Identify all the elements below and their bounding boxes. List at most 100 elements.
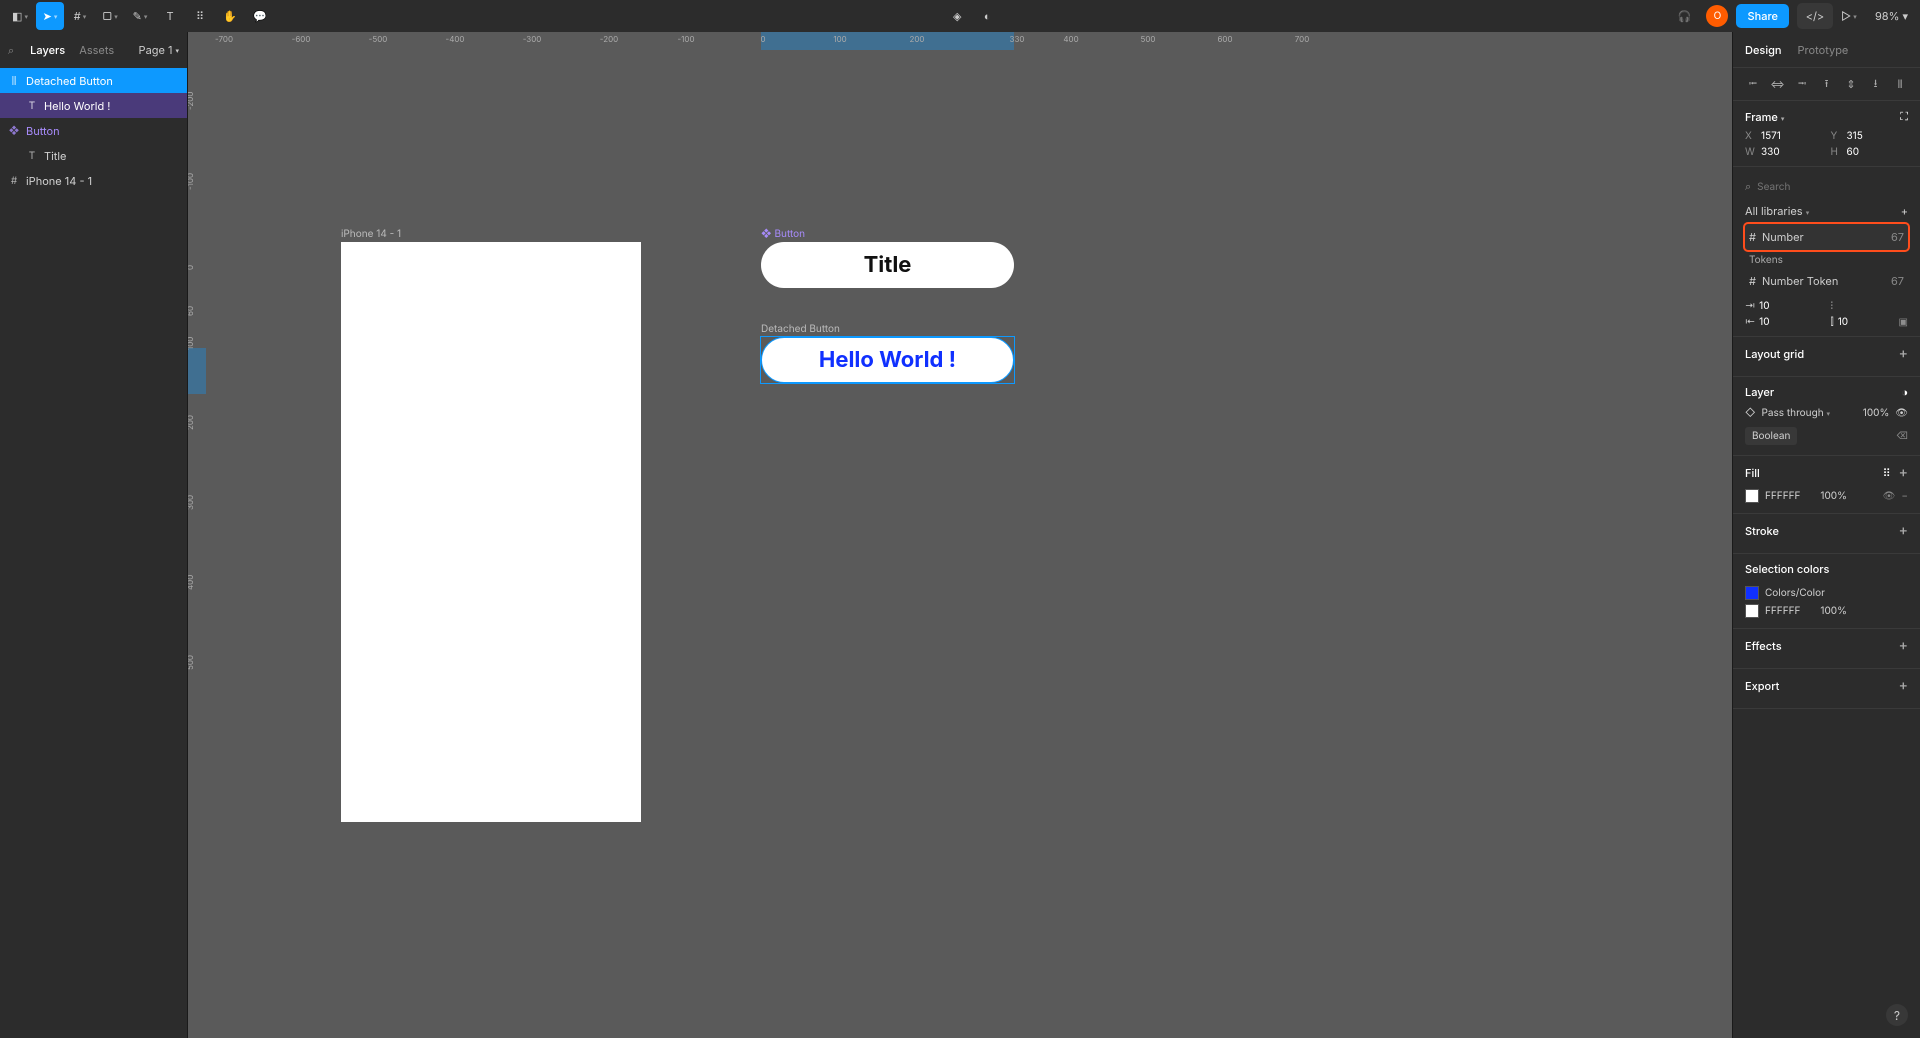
comment-tool-button[interactable]: 💬 bbox=[246, 2, 274, 30]
library-item-number[interactable]: #Number 67 bbox=[1745, 224, 1908, 250]
page-selector[interactable]: Page 1▾ bbox=[139, 43, 179, 57]
opacity-input[interactable]: 100% bbox=[1863, 407, 1890, 419]
w-input[interactable]: W330 bbox=[1745, 146, 1823, 158]
remove-fill-button[interactable]: − bbox=[1901, 490, 1908, 502]
add-layout-grid-button[interactable]: + bbox=[1899, 345, 1908, 362]
layer-list: ⫼ Detached Button T Hello World ! ❖ Butt… bbox=[0, 68, 187, 193]
frame-icon: ⫼ bbox=[8, 75, 20, 87]
resize-to-fit-icon[interactable]: ⛶ bbox=[1900, 109, 1908, 124]
left-panel: ⌕ Layers Assets Page 1▾ ⫼ Detached Butto… bbox=[0, 32, 188, 1038]
library-item-number-token[interactable]: #Number Token 67 bbox=[1745, 268, 1908, 294]
align-top-icon[interactable]: ⭱ bbox=[1819, 76, 1835, 92]
diamond-grid-icon: ◈ bbox=[953, 9, 961, 23]
shape-tool-button[interactable]: ▢▾ bbox=[96, 2, 124, 30]
text-icon: T bbox=[26, 100, 38, 112]
boolean-badge[interactable]: Boolean bbox=[1745, 427, 1797, 445]
padding-v-input[interactable]: ⇤10 bbox=[1745, 316, 1823, 328]
padding-h-input[interactable]: ⇥10 bbox=[1745, 300, 1823, 312]
align-right-icon[interactable]: ⭲ bbox=[1794, 76, 1810, 92]
align-vcenter-icon[interactable]: ⇕ bbox=[1843, 76, 1859, 92]
layer-settings-icon[interactable]: ◑ bbox=[1901, 385, 1908, 399]
fill-section: Fill⠿+ FFFFFF 100% 👁− bbox=[1733, 456, 1920, 514]
all-libraries-dropdown[interactable]: All libraries ▾ bbox=[1745, 204, 1809, 218]
layer-section: Layer◑ ◇ Pass through ▾ 100% 👁 Boolean ⌫ bbox=[1733, 377, 1920, 456]
gap-input[interactable]: ⫿10▣ bbox=[1831, 316, 1909, 328]
iphone-frame-label[interactable]: iPhone 14 - 1 bbox=[341, 228, 401, 240]
x-input[interactable]: X1571 bbox=[1745, 130, 1823, 142]
layer-button-component[interactable]: ❖ Button bbox=[0, 118, 187, 143]
visibility-icon[interactable]: 👁 bbox=[1895, 407, 1908, 419]
selection-colors-section: Selection colors Colors/Color FFFFFF 100… bbox=[1733, 554, 1920, 629]
detached-button[interactable]: Hello World ! bbox=[761, 337, 1014, 383]
add-export-button[interactable]: + bbox=[1899, 677, 1908, 694]
library-search-input[interactable] bbox=[1757, 181, 1912, 193]
component-icon: ❖ bbox=[761, 228, 772, 240]
text-icon: T bbox=[166, 9, 173, 23]
canvas[interactable]: iPhone 14 - 1 ❖Button Title Detached But… bbox=[206, 50, 1732, 1038]
resources-icon: ⠿ bbox=[196, 9, 204, 23]
fill-swatch[interactable] bbox=[1745, 489, 1759, 503]
add-library-button[interactable]: + bbox=[1901, 204, 1908, 218]
right-panel: Design Prototype ⭰ ⇔ ⭲ ⭱ ⇕ ⭳ ⫴ Frame ▾ ⛶… bbox=[1732, 32, 1920, 1038]
selection-color-row-1[interactable]: Colors/Color bbox=[1745, 584, 1908, 602]
align-bottom-icon[interactable]: ⭳ bbox=[1868, 76, 1884, 92]
spacing-mode[interactable]: ⫶ bbox=[1831, 300, 1909, 312]
comment-icon: 💬 bbox=[253, 9, 267, 23]
zoom-control[interactable]: 98% ▾ bbox=[1875, 9, 1914, 23]
selection-color-row-2[interactable]: FFFFFF 100% bbox=[1745, 602, 1908, 620]
iphone-artboard[interactable] bbox=[341, 242, 641, 822]
h-input[interactable]: H60 bbox=[1831, 146, 1909, 158]
tab-prototype[interactable]: Prototype bbox=[1798, 43, 1849, 57]
frame-tool-button[interactable]: #▾ bbox=[66, 2, 94, 30]
help-button[interactable]: ? bbox=[1886, 1004, 1908, 1026]
variables-button[interactable]: ◈ bbox=[943, 2, 971, 30]
dev-mode-button[interactable]: </> bbox=[1797, 3, 1833, 29]
layer-hello-world-text[interactable]: T Hello World ! bbox=[0, 93, 187, 118]
theme-toggle-button[interactable]: ◐ bbox=[973, 2, 1001, 30]
frame-dropdown[interactable]: Frame ▾ bbox=[1745, 110, 1784, 124]
audio-button[interactable]: 🎧 bbox=[1670, 2, 1698, 30]
distribute-icon[interactable]: ⫴ bbox=[1892, 76, 1908, 92]
break-icon[interactable]: ⌫ bbox=[1896, 430, 1908, 442]
add-effect-button[interactable]: + bbox=[1899, 637, 1908, 654]
visibility-icon[interactable]: 👁 bbox=[1883, 490, 1896, 502]
add-fill-button[interactable]: + bbox=[1899, 464, 1908, 481]
color-swatch[interactable] bbox=[1745, 586, 1759, 600]
search-icon[interactable]: ⌕ bbox=[8, 43, 14, 58]
user-avatar[interactable]: O bbox=[1706, 5, 1728, 27]
button-component[interactable]: Title bbox=[761, 242, 1014, 288]
move-tool-button[interactable]: ➤▾ bbox=[36, 2, 64, 30]
present-button[interactable]: ▷▾ bbox=[1835, 2, 1863, 30]
styles-icon[interactable]: ⠿ bbox=[1883, 464, 1891, 481]
hand-icon: ✋ bbox=[223, 9, 237, 23]
detached-button-label[interactable]: Detached Button bbox=[761, 323, 840, 335]
blend-mode-dropdown[interactable]: Pass through ▾ bbox=[1762, 407, 1830, 419]
align-left-icon[interactable]: ⭰ bbox=[1745, 76, 1761, 92]
right-panel-tabs: Design Prototype bbox=[1733, 32, 1920, 68]
y-input[interactable]: Y315 bbox=[1831, 130, 1909, 142]
share-button[interactable]: Share bbox=[1736, 4, 1788, 28]
fill-row[interactable]: FFFFFF 100% 👁− bbox=[1745, 487, 1908, 505]
align-hcenter-icon[interactable]: ⇔ bbox=[1770, 76, 1786, 92]
text-tool-button[interactable]: T bbox=[156, 2, 184, 30]
main-menu-button[interactable]: ◧▾ bbox=[6, 2, 34, 30]
tab-assets[interactable]: Assets bbox=[79, 43, 114, 57]
layer-title-text[interactable]: T Title bbox=[0, 143, 187, 168]
pen-tool-button[interactable]: ✎▾ bbox=[126, 2, 154, 30]
blend-icon: ◇ bbox=[1745, 407, 1756, 419]
library-search[interactable]: ⌕ bbox=[1745, 175, 1908, 198]
layer-iphone-frame[interactable]: # iPhone 14 - 1 bbox=[0, 168, 187, 193]
headphones-icon: 🎧 bbox=[1678, 9, 1692, 23]
color-swatch[interactable] bbox=[1745, 604, 1759, 618]
spacing-icon: ⫶ bbox=[1831, 300, 1834, 312]
canvas-area[interactable]: -700 -600 -500 -400 -300 -200 -100 0 100… bbox=[188, 32, 1732, 1038]
contrast-icon: ◐ bbox=[984, 9, 991, 23]
tab-design[interactable]: Design bbox=[1745, 43, 1782, 57]
add-stroke-button[interactable]: + bbox=[1899, 522, 1908, 539]
individual-padding-icon[interactable]: ▣ bbox=[1899, 316, 1908, 328]
tab-layers[interactable]: Layers bbox=[30, 43, 65, 57]
resources-tool-button[interactable]: ⠿ bbox=[186, 2, 214, 30]
layer-detached-button[interactable]: ⫼ Detached Button bbox=[0, 68, 187, 93]
button-component-label[interactable]: ❖Button bbox=[761, 228, 805, 240]
hand-tool-button[interactable]: ✋ bbox=[216, 2, 244, 30]
